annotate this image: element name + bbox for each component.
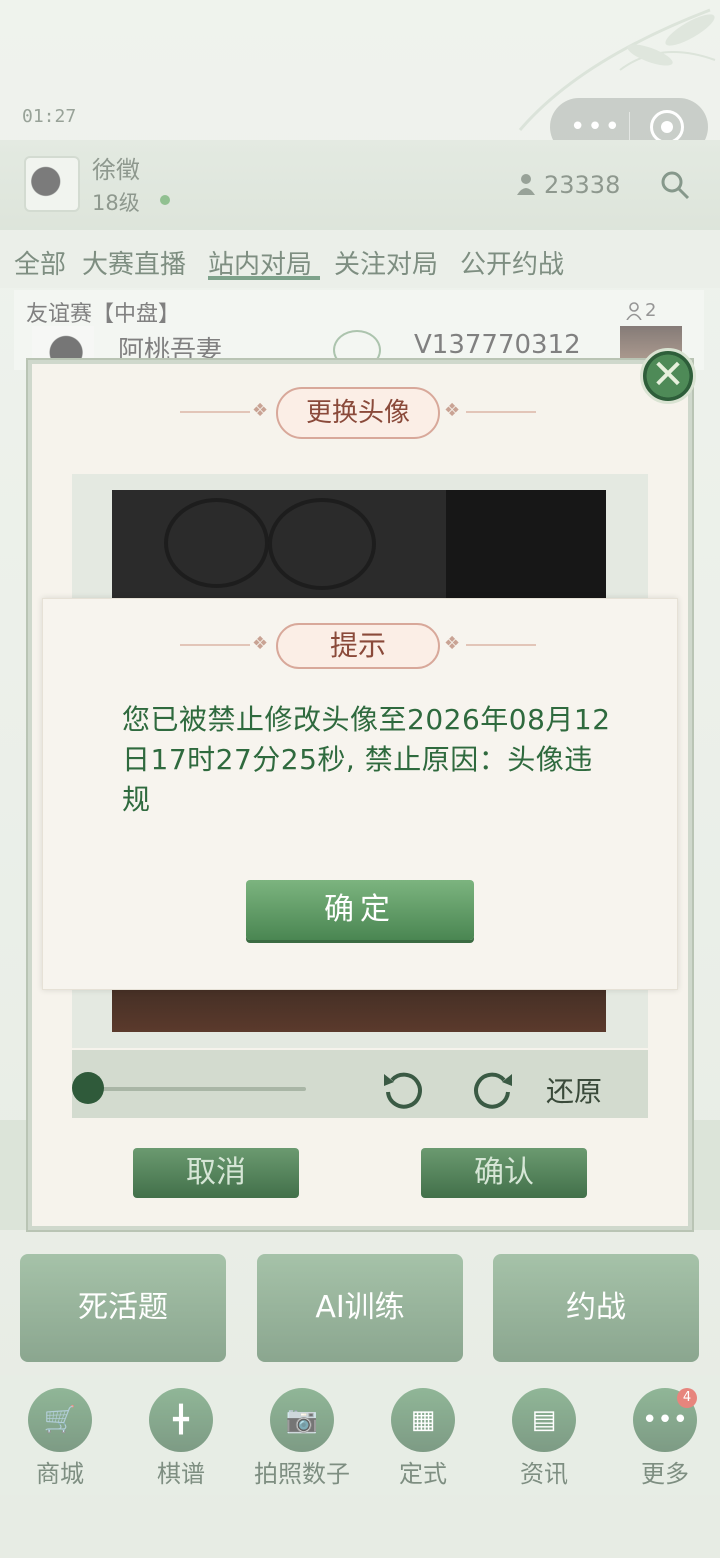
zoom-slider-knob[interactable] [72,1072,104,1104]
hint-message: 您已被禁止修改头像至2026年08月12日17时27分25秒, 禁止原因：头像违… [122,703,611,816]
ornament-knot-icon: ❖ [252,400,269,421]
confirm-button[interactable]: 确认 [421,1148,587,1198]
ornament-line [466,411,536,413]
avatar-dialog-title: 更换头像 [276,387,440,439]
ornament-knot-icon: ❖ [444,633,461,654]
rotate-right-icon[interactable] [470,1066,516,1112]
ornament-knot-icon: ❖ [444,400,461,421]
ornament-line [180,411,250,413]
rotate-left-icon[interactable] [380,1066,426,1112]
ornament-line [466,644,536,646]
cancel-button[interactable]: 取消 [133,1148,299,1198]
zoom-slider-track[interactable] [90,1087,306,1091]
hint-dialog-title: 提示 [276,623,440,669]
restore-button[interactable]: 还原 [546,1070,602,1110]
ornament-knot-icon: ❖ [252,633,269,654]
photo-background [446,490,606,600]
glasses-right-lens [268,498,376,590]
ok-button[interactable]: 确定 [246,880,474,940]
glasses-left-lens [164,498,269,588]
ornament-line [180,644,250,646]
close-icon[interactable]: ✕ [640,348,696,404]
